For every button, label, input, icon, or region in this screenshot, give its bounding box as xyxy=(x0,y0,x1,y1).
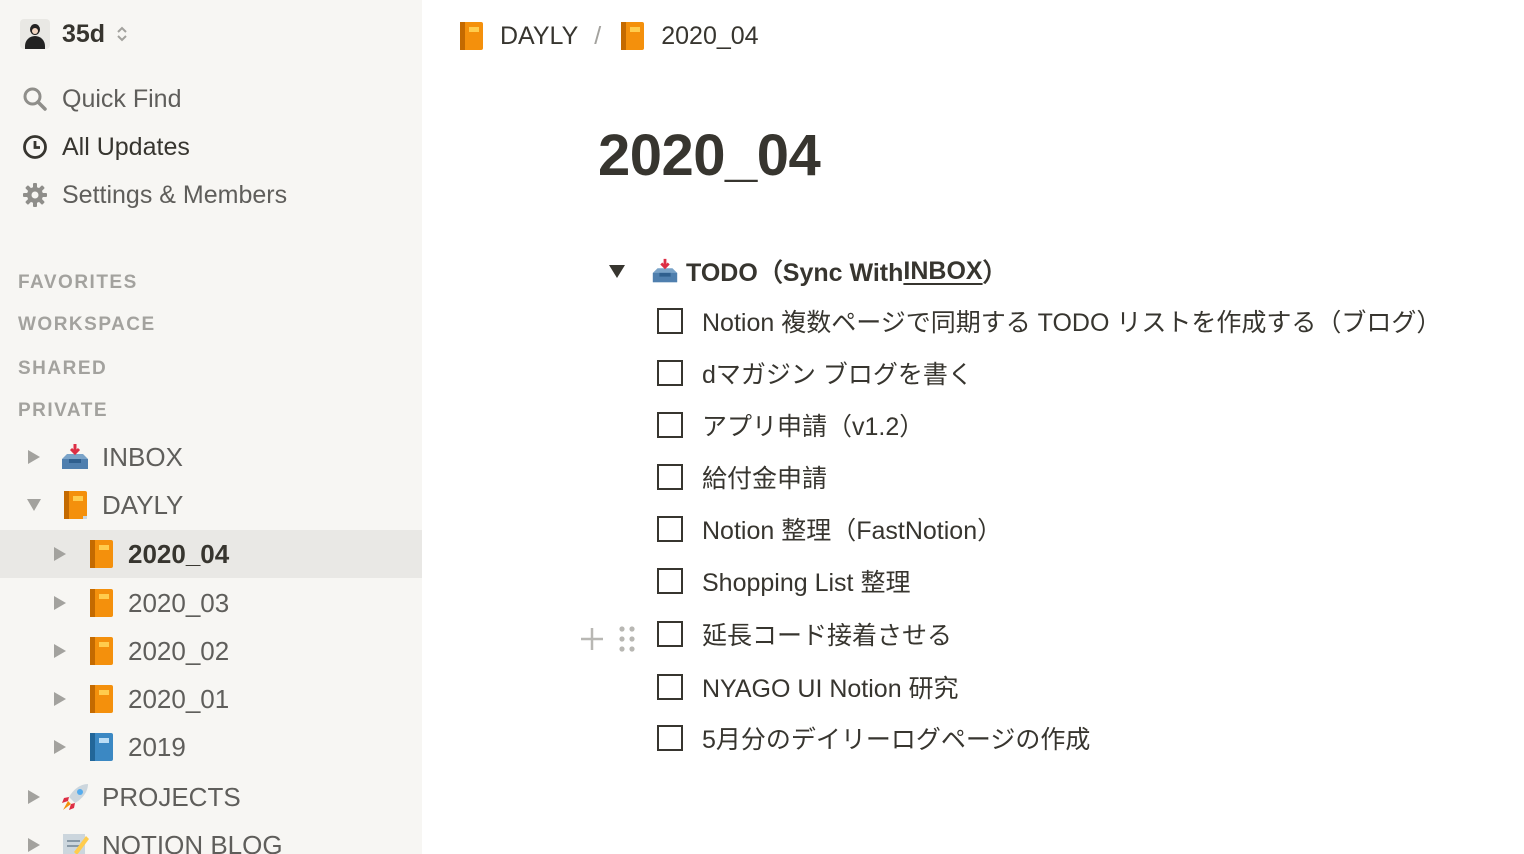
triangle-right-icon[interactable] xyxy=(26,449,42,465)
toggle-title-prefix: TODO（Sync With xyxy=(686,259,904,287)
breadcrumb-item-2020-04[interactable]: 2020_04 xyxy=(617,21,759,51)
workspace-switcher[interactable]: 35d xyxy=(20,14,129,54)
sidebar-item-projects[interactable]: PROJECTS xyxy=(0,773,422,821)
todo-item: 延長コード接着させる xyxy=(657,612,952,656)
section-shared[interactable]: SHARED xyxy=(18,358,107,380)
sidebar-item-label: DAYLY xyxy=(102,489,184,520)
todo-text[interactable]: 延長コード接着させる xyxy=(702,616,952,652)
orange-book-icon xyxy=(86,588,116,618)
gear-icon xyxy=(20,180,50,210)
toggle-title-suffix: ） xyxy=(982,259,1008,287)
sidebar-item-label: INBOX xyxy=(102,441,183,472)
breadcrumb-separator: / xyxy=(594,21,602,50)
blue-book-icon xyxy=(86,732,116,762)
block-handles xyxy=(578,622,636,656)
workspace-name: 35d xyxy=(62,19,106,48)
todo-item: 給付金申請 xyxy=(657,455,827,499)
page-title[interactable]: 2020_04 xyxy=(598,122,821,189)
triangle-right-icon[interactable] xyxy=(52,691,68,707)
todo-item: Notion 整理（FastNotion） xyxy=(657,507,1002,551)
todo-text[interactable]: Shopping List 整理 xyxy=(702,563,910,599)
sidebar-item-label: 2020_04 xyxy=(128,538,230,569)
all-updates-button[interactable]: All Updates xyxy=(20,125,190,169)
todo-checkbox[interactable] xyxy=(657,464,683,490)
settings-members-button[interactable]: Settings & Members xyxy=(20,173,287,217)
sidebar: 35d Quick Find All Updates Settings & Me… xyxy=(0,0,422,854)
sidebar-item-2019[interactable]: 2019 xyxy=(0,723,422,771)
section-workspace[interactable]: WORKSPACE xyxy=(18,314,156,336)
orange-book-icon xyxy=(86,684,116,714)
breadcrumb-label: 2020_04 xyxy=(661,21,759,50)
section-favorites[interactable]: FAVORITES xyxy=(18,272,138,294)
orange-book-icon xyxy=(86,539,116,569)
sidebar-item-2020-01[interactable]: 2020_01 xyxy=(0,675,422,723)
todo-item: 5月分のデイリーログページの作成 xyxy=(657,716,1090,760)
todo-text[interactable]: dマガジン ブログを書く xyxy=(702,355,973,391)
todo-toggle-block[interactable]: TODO（Sync With INBOX） xyxy=(608,252,1008,290)
quick-find-button[interactable]: Quick Find xyxy=(20,77,181,121)
sidebar-item-label: NOTION BLOG xyxy=(102,829,283,854)
todo-text[interactable]: NYAGO UI Notion 研究 xyxy=(702,669,959,705)
settings-members-label: Settings & Members xyxy=(62,180,288,209)
breadcrumb-label: DAYLY xyxy=(500,21,579,50)
sidebar-item-label: 2020_02 xyxy=(128,635,230,666)
clock-icon xyxy=(20,132,50,162)
todo-text[interactable]: 5月分のデイリーログページの作成 xyxy=(702,720,1090,756)
todo-item: NYAGO UI Notion 研究 xyxy=(657,665,959,709)
todo-checkbox[interactable] xyxy=(657,568,683,594)
inbox-tray-icon xyxy=(650,256,680,286)
triangle-right-icon[interactable] xyxy=(26,837,42,853)
all-updates-label: All Updates xyxy=(62,132,190,161)
triangle-right-icon[interactable] xyxy=(52,739,68,755)
quick-find-label: Quick Find xyxy=(62,84,182,113)
sidebar-item-label: 2020_03 xyxy=(128,587,230,618)
inbox-tray-icon xyxy=(60,442,90,472)
breadcrumb-item-dayly[interactable]: DAYLY xyxy=(456,21,578,51)
sidebar-item-inbox[interactable]: INBOX xyxy=(0,433,422,481)
todo-item: dマガジン ブログを書く xyxy=(657,351,973,395)
todo-item: Notion 複数ページで同期する TODO リストを作成する（ブログ） xyxy=(657,299,1441,343)
triangle-right-icon[interactable] xyxy=(52,546,68,562)
avatar xyxy=(20,19,50,49)
rocket-icon xyxy=(60,782,90,812)
add-block-icon[interactable] xyxy=(578,625,606,653)
todo-text[interactable]: アプリ申請（v1.2） xyxy=(702,407,924,443)
inbox-page-link[interactable]: INBOX xyxy=(903,257,982,286)
todo-checkbox[interactable] xyxy=(657,725,683,751)
breadcrumb: DAYLY / 2020_04 xyxy=(456,14,759,58)
triangle-right-icon[interactable] xyxy=(52,595,68,611)
todo-checkbox[interactable] xyxy=(657,360,683,386)
drag-handle-icon[interactable] xyxy=(618,624,636,654)
todo-text[interactable]: Notion 複数ページで同期する TODO リストを作成する（ブログ） xyxy=(702,303,1441,339)
todo-checkbox[interactable] xyxy=(657,308,683,334)
todo-checkbox[interactable] xyxy=(657,674,683,700)
todo-item: アプリ申請（v1.2） xyxy=(657,403,924,447)
triangle-down-icon[interactable] xyxy=(608,263,630,279)
todo-checkbox[interactable] xyxy=(657,412,683,438)
sidebar-item-label: 2020_01 xyxy=(128,683,230,714)
todo-checkbox[interactable] xyxy=(657,621,683,647)
triangle-right-icon[interactable] xyxy=(52,643,68,659)
sidebar-item-notion-blog[interactable]: NOTION BLOG xyxy=(0,821,422,854)
section-private[interactable]: PRIVATE xyxy=(18,400,108,422)
triangle-down-icon[interactable] xyxy=(26,497,42,513)
sidebar-item-label: PROJECTS xyxy=(102,781,241,812)
orange-book-icon xyxy=(617,21,647,51)
orange-book-icon xyxy=(456,21,486,51)
chevron-updown-icon xyxy=(115,23,129,45)
triangle-right-icon[interactable] xyxy=(26,789,42,805)
memo-icon xyxy=(60,830,90,854)
sidebar-item-2020-04[interactable]: 2020_04 xyxy=(0,530,422,578)
orange-book-icon xyxy=(60,490,90,520)
todo-text[interactable]: 給付金申請 xyxy=(702,459,827,495)
todo-text[interactable]: Notion 整理（FastNotion） xyxy=(702,511,1002,547)
orange-book-icon xyxy=(86,636,116,666)
todo-checkbox[interactable] xyxy=(657,516,683,542)
sidebar-item-dayly[interactable]: DAYLY xyxy=(0,481,422,529)
sidebar-item-label: 2019 xyxy=(128,731,186,762)
sidebar-item-2020-02[interactable]: 2020_02 xyxy=(0,627,422,675)
sidebar-item-2020-03[interactable]: 2020_03 xyxy=(0,579,422,627)
search-icon xyxy=(20,84,50,114)
todo-item: Shopping List 整理 xyxy=(657,559,910,603)
